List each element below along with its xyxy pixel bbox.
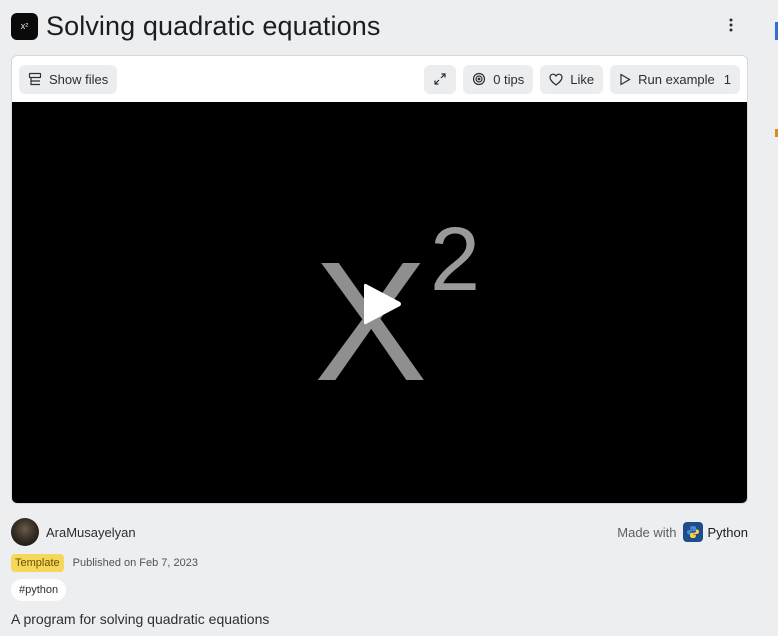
language-name[interactable]: Python — [708, 525, 748, 540]
tips-spiral-icon — [473, 72, 486, 86]
meta-row: Template Published on Feb 7, 2023 — [11, 554, 198, 572]
tips-button[interactable]: 0 tips — [463, 64, 534, 94]
x-squared-thumbnail: X 2 — [314, 212, 480, 387]
files-icon — [28, 72, 42, 86]
author-row: AraMusayelyan Made with Python — [11, 518, 748, 546]
template-badge: Template — [11, 554, 64, 572]
play-icon[interactable] — [360, 280, 404, 328]
like-label: Like — [570, 71, 595, 87]
run-example-count: 1 — [723, 71, 731, 87]
repl-description: A program for solving quadratic equation… — [11, 611, 270, 627]
tips-label: 0 tips — [493, 71, 525, 87]
author-name[interactable]: AraMusayelyan — [46, 525, 136, 540]
page-title: Solving quadratic equations — [46, 10, 381, 41]
show-files-label: Show files — [49, 71, 109, 87]
run-example-button[interactable]: Run example 1 — [610, 64, 740, 94]
avatar[interactable] — [11, 518, 39, 546]
page-header: x² Solving quadratic equations — [11, 7, 751, 45]
repl-cover-icon: x² — [11, 12, 38, 40]
like-button[interactable]: Like — [540, 64, 604, 94]
python-logo-icon — [682, 522, 703, 542]
thumbnail-exponent-text: 2 — [430, 212, 480, 310]
expand-icon — [434, 73, 446, 85]
repl-preview-card: Show files 0 tips Like Run example 1 2 — [11, 55, 748, 504]
tag-python[interactable]: #python — [11, 579, 67, 601]
made-with: Made with Python — [617, 522, 748, 542]
published-date: Published on Feb 7, 2023 — [72, 557, 199, 569]
preview-toolbar: Show files 0 tips Like Run example 1 — [12, 56, 747, 102]
expand-button[interactable] — [424, 64, 457, 94]
run-play-icon — [620, 72, 631, 86]
video-player[interactable]: X 2 — [12, 102, 747, 503]
run-example-label: Run example — [638, 71, 715, 87]
repl-cover-icon-text: x² — [20, 21, 29, 31]
heart-icon — [549, 73, 563, 86]
kebab-menu-icon[interactable] — [719, 13, 743, 37]
show-files-button[interactable]: Show files — [19, 64, 118, 94]
made-with-label: Made with — [617, 524, 677, 540]
